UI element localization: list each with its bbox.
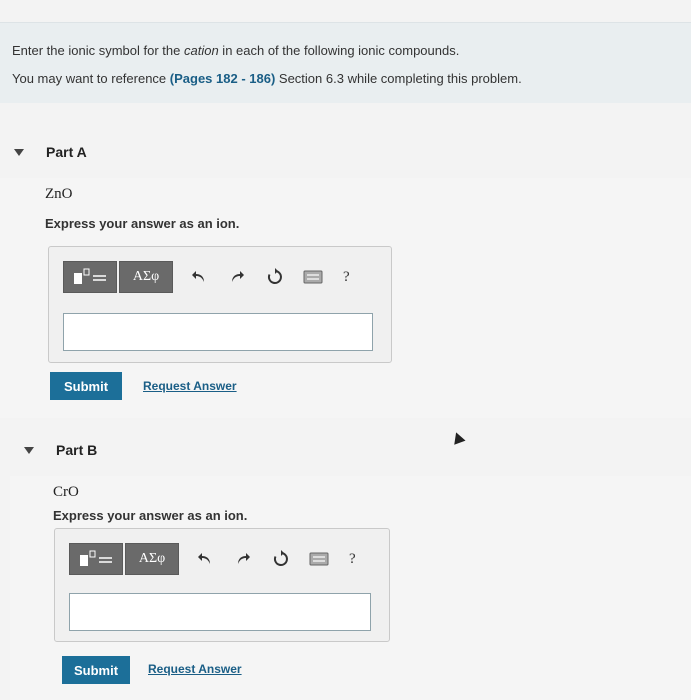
keyboard-icon[interactable] bbox=[301, 265, 325, 289]
reset-icon[interactable] bbox=[263, 265, 287, 289]
greek-symbols-button[interactable]: ΑΣφ bbox=[119, 261, 173, 293]
part-a-answer-editor: ΑΣφ ? bbox=[48, 246, 392, 363]
part-b-request-answer-link[interactable]: Request Answer bbox=[148, 662, 242, 676]
intro-line-1: Enter the ionic symbol for the cation in… bbox=[12, 43, 460, 58]
collapse-triangle-icon[interactable] bbox=[24, 446, 34, 454]
undo-icon[interactable] bbox=[193, 547, 217, 571]
template-button[interactable] bbox=[63, 261, 117, 293]
reset-icon[interactable] bbox=[269, 547, 293, 571]
part-b-title: Part B bbox=[56, 442, 98, 458]
problem-intro: Enter the ionic symbol for the cation in… bbox=[0, 22, 691, 103]
template-icon bbox=[80, 550, 112, 566]
redo-icon[interactable] bbox=[225, 265, 249, 289]
collapse-triangle-icon[interactable] bbox=[14, 148, 24, 156]
part-a-instruction: Express your answer as an ion. bbox=[45, 216, 240, 231]
part-a-submit-button[interactable]: Submit bbox=[50, 372, 122, 400]
part-b-toolbar: ΑΣφ ? bbox=[69, 543, 356, 575]
template-button[interactable] bbox=[69, 543, 123, 575]
part-b-header[interactable]: Part B bbox=[10, 424, 691, 476]
help-icon[interactable]: ? bbox=[349, 551, 356, 568]
part-a-answer-input[interactable] bbox=[63, 313, 373, 351]
part-a-title: Part A bbox=[46, 144, 87, 160]
part-a-header[interactable]: Part A bbox=[0, 126, 691, 178]
redo-icon[interactable] bbox=[231, 547, 255, 571]
keyboard-icon[interactable] bbox=[307, 547, 331, 571]
part-a-toolbar: ΑΣφ ? bbox=[63, 261, 350, 293]
part-b-answer-input[interactable] bbox=[69, 593, 371, 631]
part-a-compound: ZnO bbox=[45, 186, 73, 202]
part-b-answer-editor: ΑΣφ ? bbox=[54, 528, 390, 642]
undo-icon[interactable] bbox=[187, 265, 211, 289]
part-b-submit-button[interactable]: Submit bbox=[62, 656, 130, 684]
help-icon[interactable]: ? bbox=[343, 269, 350, 286]
reference-link[interactable]: (Pages 182 - 186) bbox=[170, 71, 276, 86]
part-b-body: CrO Express your answer as an ion. ΑΣφ ?… bbox=[10, 476, 691, 700]
intro-line-2: You may want to reference (Pages 182 - 1… bbox=[12, 71, 522, 86]
template-icon bbox=[74, 268, 106, 284]
greek-symbols-button[interactable]: ΑΣφ bbox=[125, 543, 179, 575]
part-b-instruction: Express your answer as an ion. bbox=[53, 508, 248, 523]
part-a-body: ZnO Express your answer as an ion. ΑΣφ ?… bbox=[0, 178, 691, 418]
part-b-compound: CrO bbox=[53, 484, 79, 500]
part-a-request-answer-link[interactable]: Request Answer bbox=[143, 379, 237, 393]
